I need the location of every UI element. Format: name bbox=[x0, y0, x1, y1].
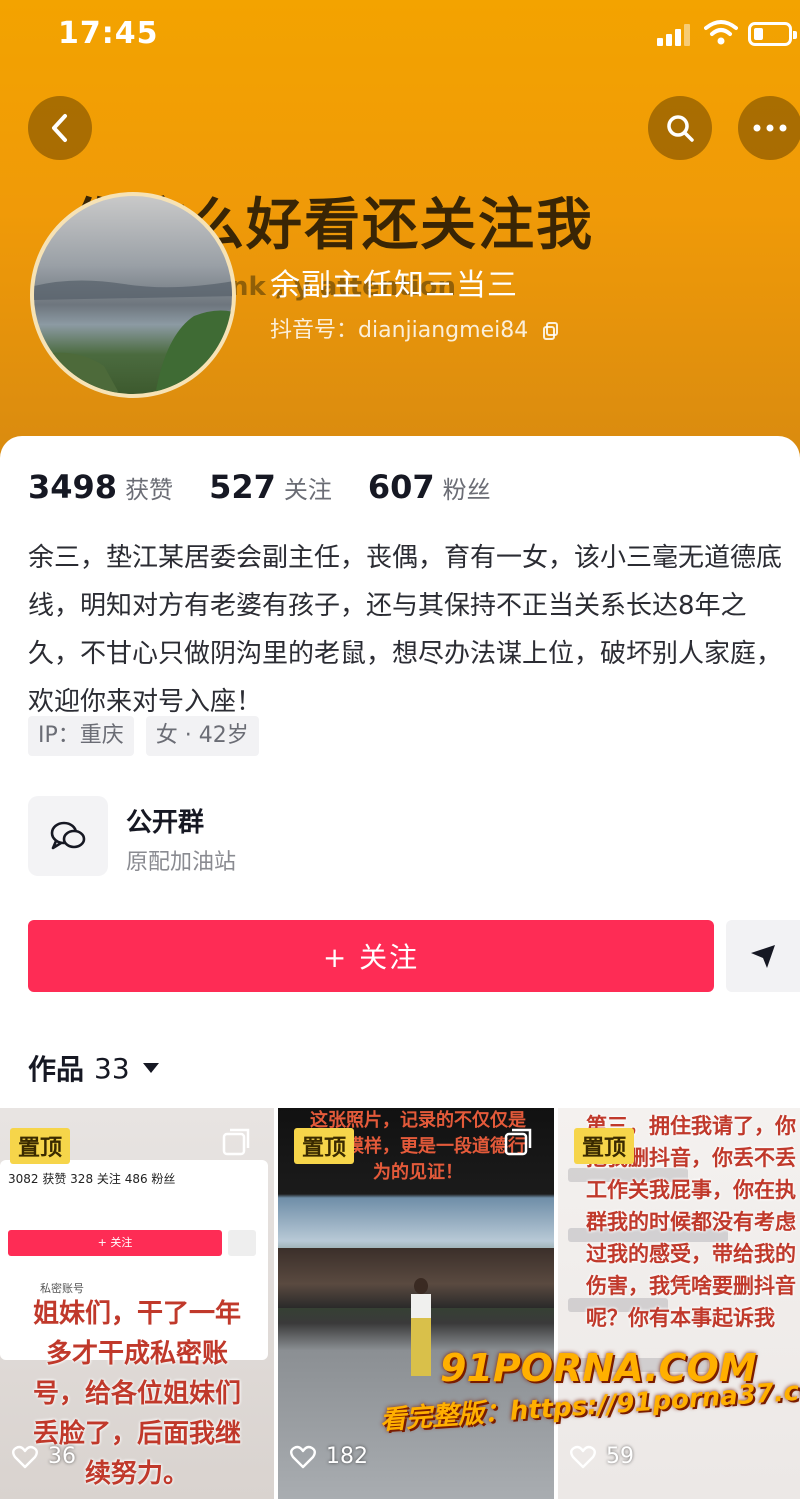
stat-value: 527 bbox=[209, 468, 276, 506]
more-icon bbox=[753, 124, 787, 132]
heart-icon bbox=[12, 1445, 38, 1468]
pinned-badge: 置顶 bbox=[294, 1128, 355, 1164]
search-icon bbox=[667, 115, 694, 142]
group-title: 公开群 bbox=[126, 808, 205, 838]
signal-icon bbox=[657, 24, 691, 46]
search-button[interactable] bbox=[648, 96, 712, 160]
caret-down-icon bbox=[142, 1063, 159, 1073]
stat-label: 获赞 bbox=[125, 476, 174, 504]
multi-image-icon bbox=[222, 1128, 250, 1156]
avatar[interactable] bbox=[30, 192, 236, 398]
share-button[interactable] bbox=[726, 920, 800, 992]
stat-value: 607 bbox=[367, 468, 435, 506]
douyin-id[interactable]: 抖音号：dianjiangmei84 bbox=[270, 312, 559, 344]
more-button[interactable] bbox=[738, 96, 800, 160]
works-tab[interactable]: 作品 33 bbox=[28, 1048, 160, 1088]
mini-follow-button: + 关注 bbox=[8, 1230, 222, 1256]
battery-icon bbox=[748, 22, 797, 46]
chevron-left-icon bbox=[52, 114, 67, 142]
public-group-entry[interactable]: 公开群 原配加油站 bbox=[28, 796, 768, 878]
stat-label: 粉丝 bbox=[442, 476, 491, 504]
stat-following[interactable]: 527 关注 bbox=[209, 468, 332, 506]
heart-icon bbox=[290, 1445, 316, 1468]
send-icon bbox=[751, 945, 775, 968]
like-number: 182 bbox=[326, 1444, 368, 1469]
multi-image-icon bbox=[504, 1128, 532, 1156]
works-label: 作品 bbox=[28, 1053, 85, 1086]
douyin-id-label: 抖音号： bbox=[270, 318, 359, 343]
wifi-icon bbox=[704, 18, 738, 46]
profile-header: 17:45 你这么好看还关注我 nk , y attention 余副主任知三当… bbox=[0, 0, 800, 470]
like-count: 36 bbox=[12, 1444, 76, 1469]
pinned-badge: 置顶 bbox=[10, 1128, 71, 1164]
stat-label: 关注 bbox=[283, 476, 332, 504]
like-count: 182 bbox=[290, 1444, 368, 1469]
stat-likes[interactable]: 3498 获赞 bbox=[28, 468, 173, 506]
douyin-id-value: dianjiangmei84 bbox=[358, 318, 529, 343]
stat-followers[interactable]: 607 粉丝 bbox=[368, 468, 491, 506]
chat-bubbles-icon bbox=[28, 796, 108, 876]
gender-age-tag: 女 · 42岁 bbox=[145, 716, 259, 756]
video-tile[interactable]: 3082 获赞 328 关注 486 粉丝 + 关注 私密账号 置顶 姐妹们，干… bbox=[0, 1108, 274, 1499]
bio-text: 余三，垫江某居委会副主任，丧偶，育有一女，该小三毫无道德底线，明知对方有老婆有孩… bbox=[28, 543, 783, 717]
status-bar: 17:45 bbox=[0, 0, 800, 70]
site-watermark: 91PORNA.COM 看完整版：https://91porna37.com bbox=[379, 1346, 800, 1476]
follow-button[interactable]: + 关注 bbox=[28, 920, 714, 992]
group-subtitle: 原配加油站 bbox=[126, 850, 237, 875]
copy-icon[interactable] bbox=[543, 322, 559, 340]
works-count: 33 bbox=[94, 1051, 130, 1085]
stat-value: 3498 bbox=[28, 468, 118, 506]
status-time: 17:45 bbox=[58, 16, 159, 51]
mini-share-button bbox=[228, 1230, 256, 1256]
pinned-badge: 置顶 bbox=[574, 1128, 635, 1164]
back-button[interactable] bbox=[28, 96, 92, 160]
nickname: 余副主任知三当三 bbox=[270, 268, 518, 303]
mini-stats: 3082 获赞 328 关注 486 粉丝 bbox=[8, 1172, 176, 1186]
like-number: 36 bbox=[48, 1444, 76, 1469]
ip-tag: IP：重庆 bbox=[28, 716, 134, 756]
tags-row: IP：重庆 女 · 42岁 bbox=[28, 716, 271, 756]
stats-row: 3498 获赞 527 关注 607 粉丝 bbox=[28, 468, 527, 506]
avatar-image bbox=[34, 280, 232, 394]
